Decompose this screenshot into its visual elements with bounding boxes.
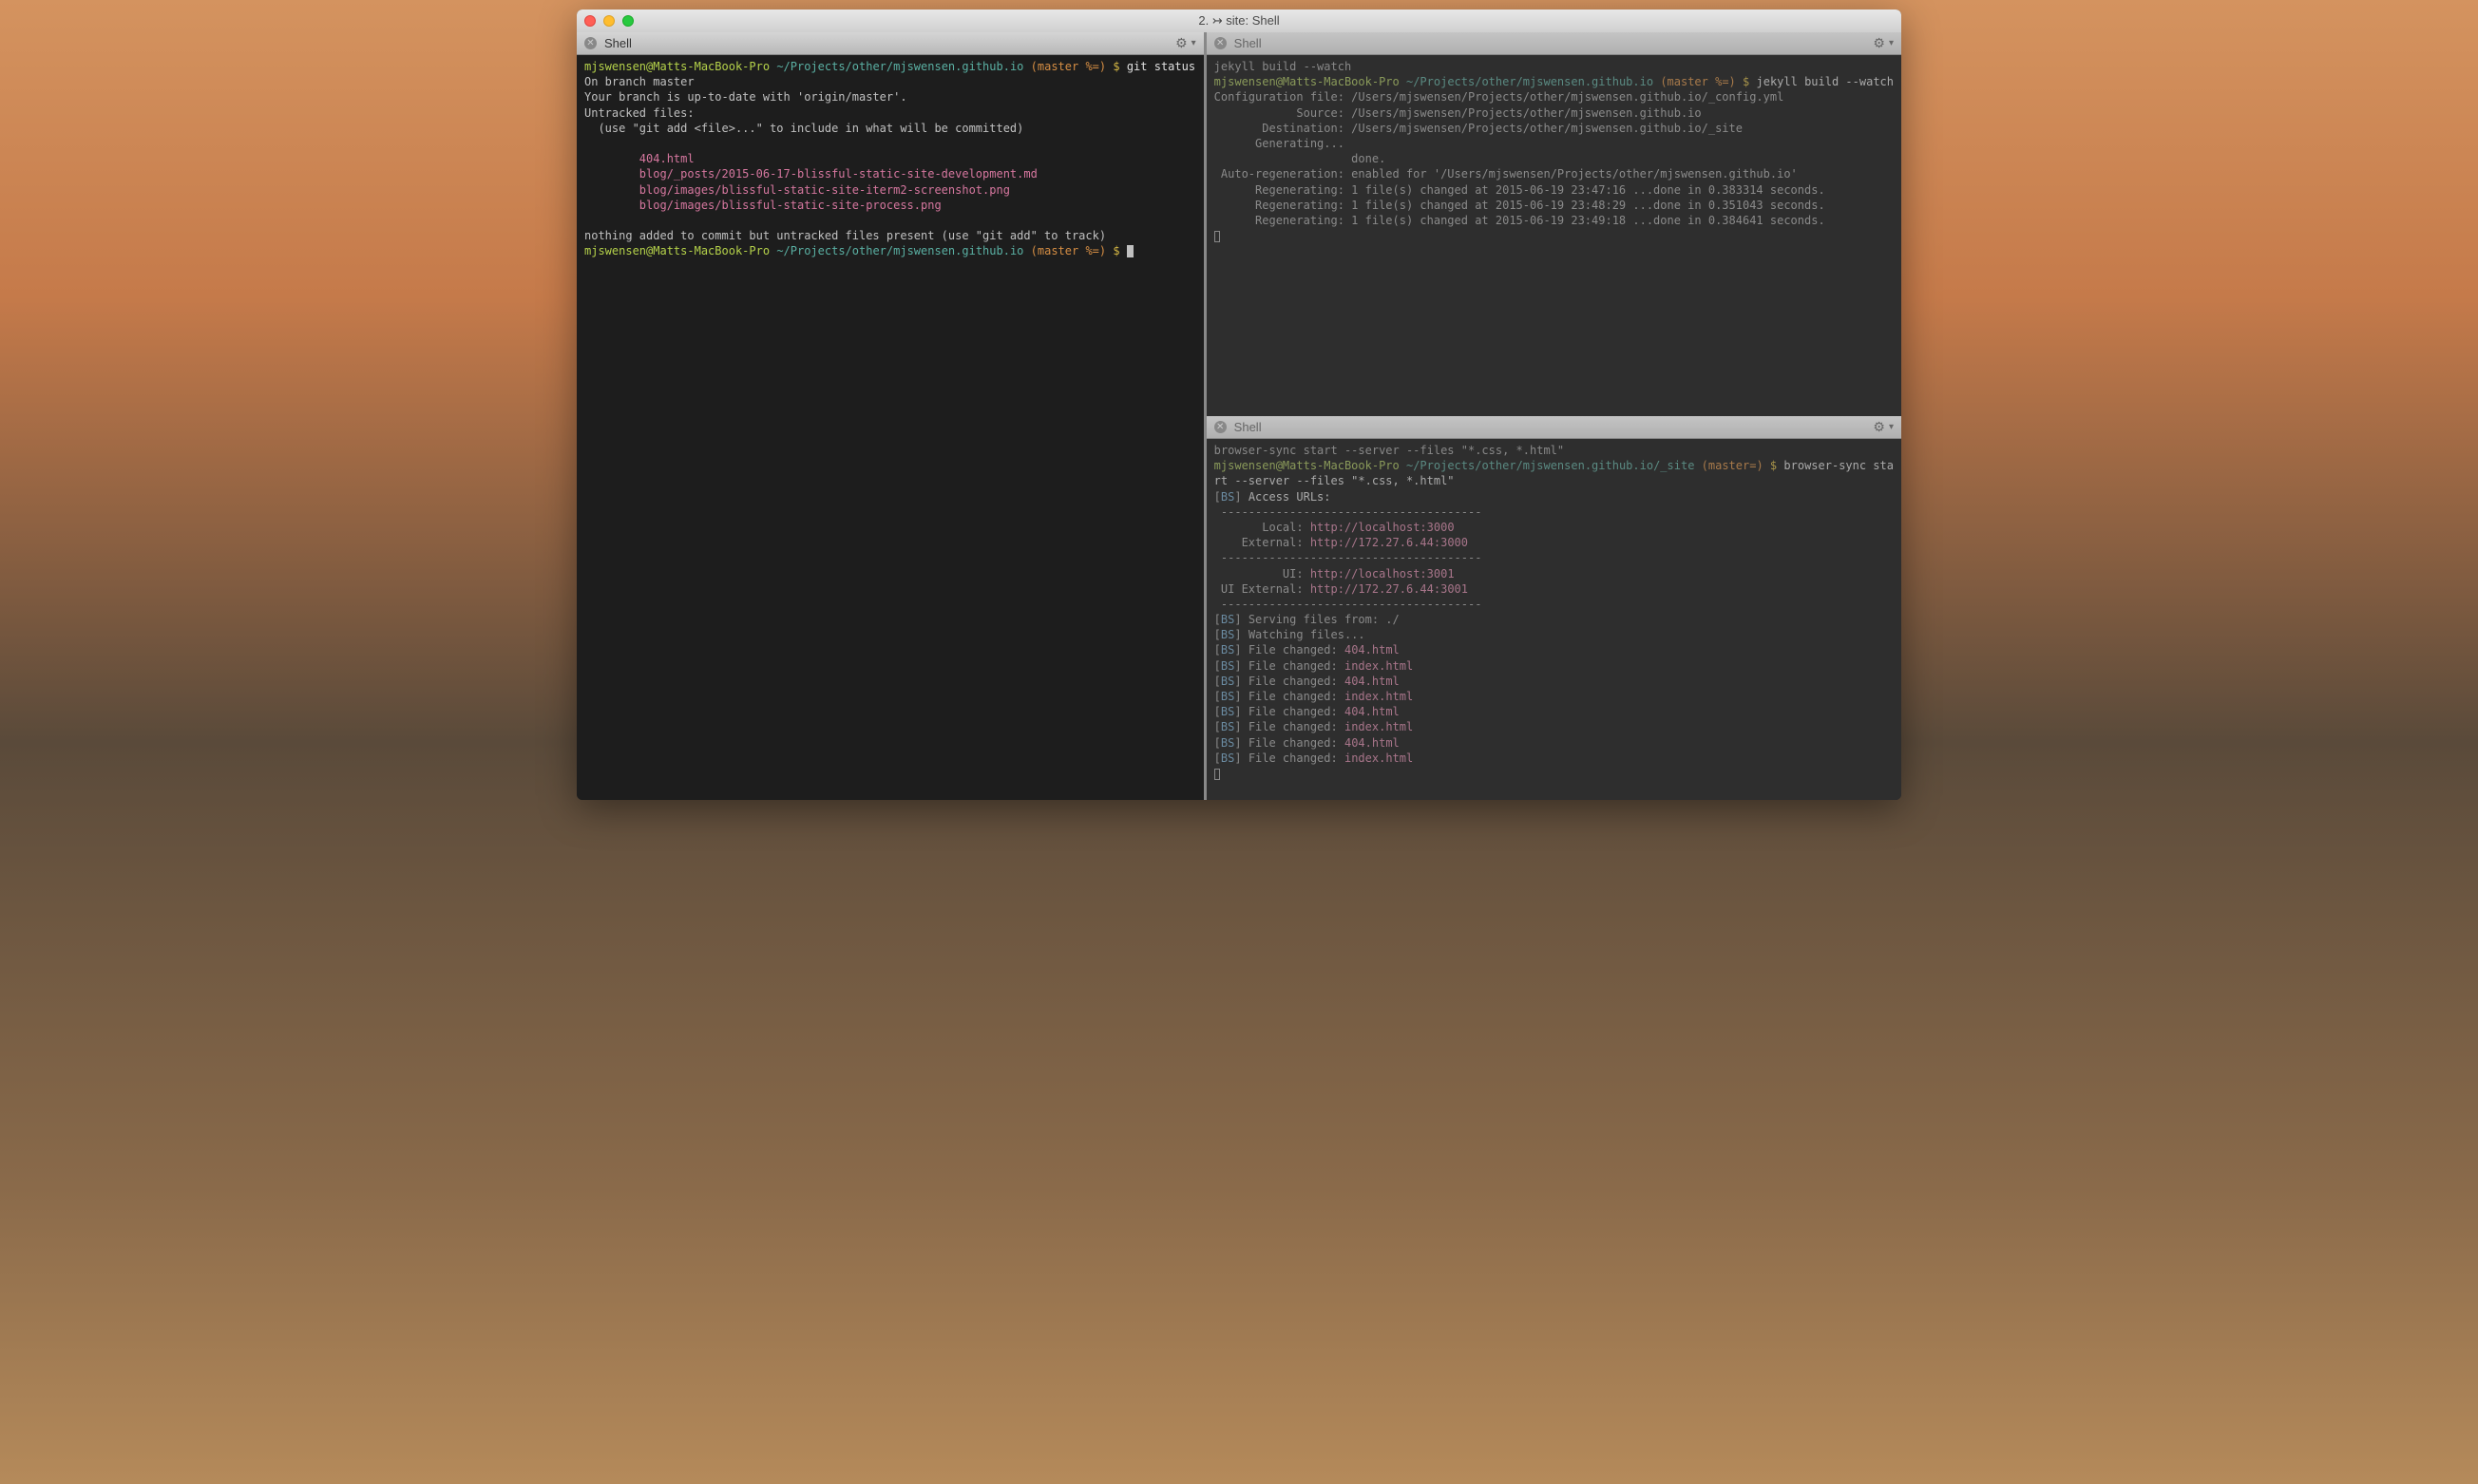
chevron-down-icon[interactable]: ▾ (1889, 422, 1894, 432)
zoom-window-button[interactable] (622, 15, 634, 27)
panes-container: ✕ Shell ⚙ ▾ mjswensen@Matts-MacBook-Pro … (577, 32, 1901, 800)
right-panes: ✕ Shell ⚙ ▾ jekyll build --watch mjswens… (1207, 32, 1901, 800)
left-pane: ✕ Shell ⚙ ▾ mjswensen@Matts-MacBook-Pro … (577, 32, 1207, 800)
tab-label: Shell (1234, 420, 1262, 434)
close-tab-icon[interactable]: ✕ (1214, 37, 1227, 49)
left-terminal[interactable]: mjswensen@Matts-MacBook-Pro ~/Projects/o… (577, 55, 1204, 800)
close-tab-icon[interactable]: ✕ (1214, 421, 1227, 433)
cursor (1214, 769, 1220, 780)
bottom-right-tabbar[interactable]: ✕ Shell ⚙ ▾ (1207, 416, 1901, 439)
close-window-button[interactable] (584, 15, 596, 27)
cursor (1214, 231, 1220, 242)
gear-icon[interactable]: ⚙ (1175, 35, 1188, 51)
cursor (1127, 245, 1134, 257)
left-tabbar[interactable]: ✕ Shell ⚙ ▾ (577, 32, 1204, 55)
bottom-right-pane: ✕ Shell ⚙ ▾ browser-sync start --server … (1207, 416, 1901, 800)
titlebar[interactable]: 2. ↣ site: Shell (577, 10, 1901, 32)
tab-label: Shell (604, 36, 632, 50)
top-right-pane: ✕ Shell ⚙ ▾ jekyll build --watch mjswens… (1207, 32, 1901, 416)
gear-icon[interactable]: ⚙ (1873, 35, 1885, 51)
close-tab-icon[interactable]: ✕ (584, 37, 597, 49)
tab-label: Shell (1234, 36, 1262, 50)
window-title: 2. ↣ site: Shell (1198, 13, 1279, 29)
traffic-lights (584, 15, 634, 27)
terminal-window: 2. ↣ site: Shell ✕ Shell ⚙ ▾ mjswensen@M… (577, 10, 1901, 800)
gear-icon[interactable]: ⚙ (1873, 419, 1885, 435)
top-right-tabbar[interactable]: ✕ Shell ⚙ ▾ (1207, 32, 1901, 55)
chevron-down-icon[interactable]: ▾ (1191, 38, 1196, 48)
bottom-right-terminal[interactable]: browser-sync start --server --files "*.c… (1207, 439, 1901, 800)
minimize-window-button[interactable] (603, 15, 615, 27)
top-right-terminal[interactable]: jekyll build --watch mjswensen@Matts-Mac… (1207, 55, 1901, 416)
chevron-down-icon[interactable]: ▾ (1889, 38, 1894, 48)
